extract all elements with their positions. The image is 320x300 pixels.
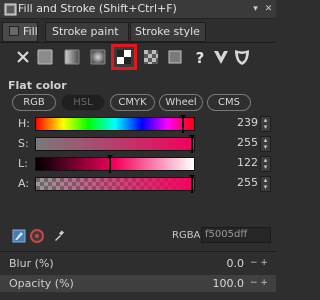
tab-fill[interactable]: Fill (2, 22, 38, 42)
hue-label: H: (18, 117, 30, 130)
hue-spin-button[interactable]: ▴ ▾ (260, 116, 271, 132)
saturation-label: S: (18, 137, 29, 150)
alpha-slider[interactable] (35, 175, 195, 193)
fill-stroke-tabs: Fill Stroke paint Stroke style (0, 22, 276, 42)
panel-menu-button[interactable]: ▾ (250, 4, 261, 15)
slider-row-lightness: L: 122 ▴ ▾ (0, 155, 276, 173)
blur-value[interactable]: 0.0 (227, 257, 245, 270)
panel-close-button[interactable]: ✕ (263, 4, 274, 15)
slider-row-hue: H: 239 ▴ ▾ (0, 115, 276, 133)
paint-type-bar: ? (0, 44, 276, 70)
model-cmyk-button[interactable]: CMYK (110, 94, 155, 111)
slider-row-alpha: A: 255 ▴ ▾ (0, 175, 276, 193)
tab-stroke-style[interactable]: Stroke style (130, 22, 206, 42)
saturation-value[interactable]: 255 (237, 136, 258, 149)
rgba-label: RGBA: (172, 230, 204, 241)
unset-paint-icon[interactable]: ? (189, 46, 211, 68)
swatch-icon[interactable] (164, 46, 186, 68)
nonzero-fill-rule-icon[interactable] (231, 46, 253, 68)
opacity-value[interactable]: 100.0 (213, 277, 245, 290)
radial-gradient-icon[interactable] (87, 46, 109, 68)
color-model-selector: RGB HSL CMYK Wheel CMS (0, 94, 276, 112)
saturation-spin-button[interactable]: ▴ ▾ (260, 136, 271, 152)
tab-stroke-paint-label: Stroke paint (52, 25, 119, 38)
pattern-icon[interactable] (140, 46, 162, 68)
paint-mode-heading: Flat color (8, 79, 67, 92)
eyedropper-icon[interactable] (53, 230, 65, 242)
opacity-row: Opacity (%) 100.0 − + (0, 275, 276, 292)
lightness-slider-handle[interactable] (106, 155, 113, 173)
model-wheel-button[interactable]: Wheel (159, 94, 203, 111)
opacity-stepper[interactable]: − + (248, 277, 270, 290)
lightness-slider[interactable] (35, 155, 195, 173)
panel-title: Fill and Stroke (Shift+Ctrl+F) (18, 2, 177, 15)
flat-color-icon[interactable] (34, 46, 56, 68)
alpha-value[interactable]: 255 (237, 176, 258, 189)
model-rgb-button[interactable]: RGB (12, 94, 56, 111)
alpha-label: A: (18, 177, 30, 190)
lightness-value[interactable]: 122 (237, 156, 258, 169)
slider-row-saturation: S: 255 ▴ ▾ (0, 135, 276, 153)
mesh-gradient-icon[interactable] (111, 44, 137, 70)
evenodd-fill-rule-icon[interactable] (210, 46, 232, 68)
tab-stroke-paint[interactable]: Stroke paint (45, 22, 129, 42)
alpha-spin-button[interactable]: ▴ ▾ (260, 176, 271, 192)
hue-slider[interactable] (35, 115, 195, 133)
hue-value[interactable]: 239 (237, 116, 258, 129)
saturation-slider[interactable] (35, 135, 195, 153)
model-cms-button[interactable]: CMS (207, 94, 251, 111)
tab-stroke-style-label: Stroke style (135, 25, 200, 38)
svg-text:?: ? (196, 49, 205, 67)
panel-titlebar: Fill and Stroke (Shift+Ctrl+F) ▾ ✕ (0, 0, 276, 19)
blur-label: Blur (%) (9, 257, 54, 270)
lightness-label: L: (18, 157, 28, 170)
blur-stepper[interactable]: − + (248, 257, 270, 270)
no-paint-icon[interactable] (12, 46, 34, 68)
fill-stroke-icon (4, 3, 17, 16)
hue-slider-handle[interactable] (179, 115, 186, 133)
model-hsl-button[interactable]: HSL (61, 94, 105, 111)
checkbox-icon (9, 26, 19, 36)
properties-divider (0, 251, 276, 252)
tab-fill-label: Fill (23, 25, 38, 38)
alpha-slider-handle[interactable] (189, 175, 195, 193)
blur-row: Blur (%) 0.0 − + (0, 255, 276, 272)
color-managed-icon[interactable] (30, 229, 44, 243)
rgba-input[interactable]: f5005dff (201, 227, 271, 243)
saturation-slider-handle[interactable] (189, 135, 195, 153)
linear-gradient-icon[interactable] (61, 46, 83, 68)
color-picker-icon[interactable] (12, 229, 26, 243)
tab-divider (0, 42, 276, 43)
lightness-spin-button[interactable]: ▴ ▾ (260, 156, 271, 172)
opacity-label: Opacity (%) (9, 277, 74, 290)
